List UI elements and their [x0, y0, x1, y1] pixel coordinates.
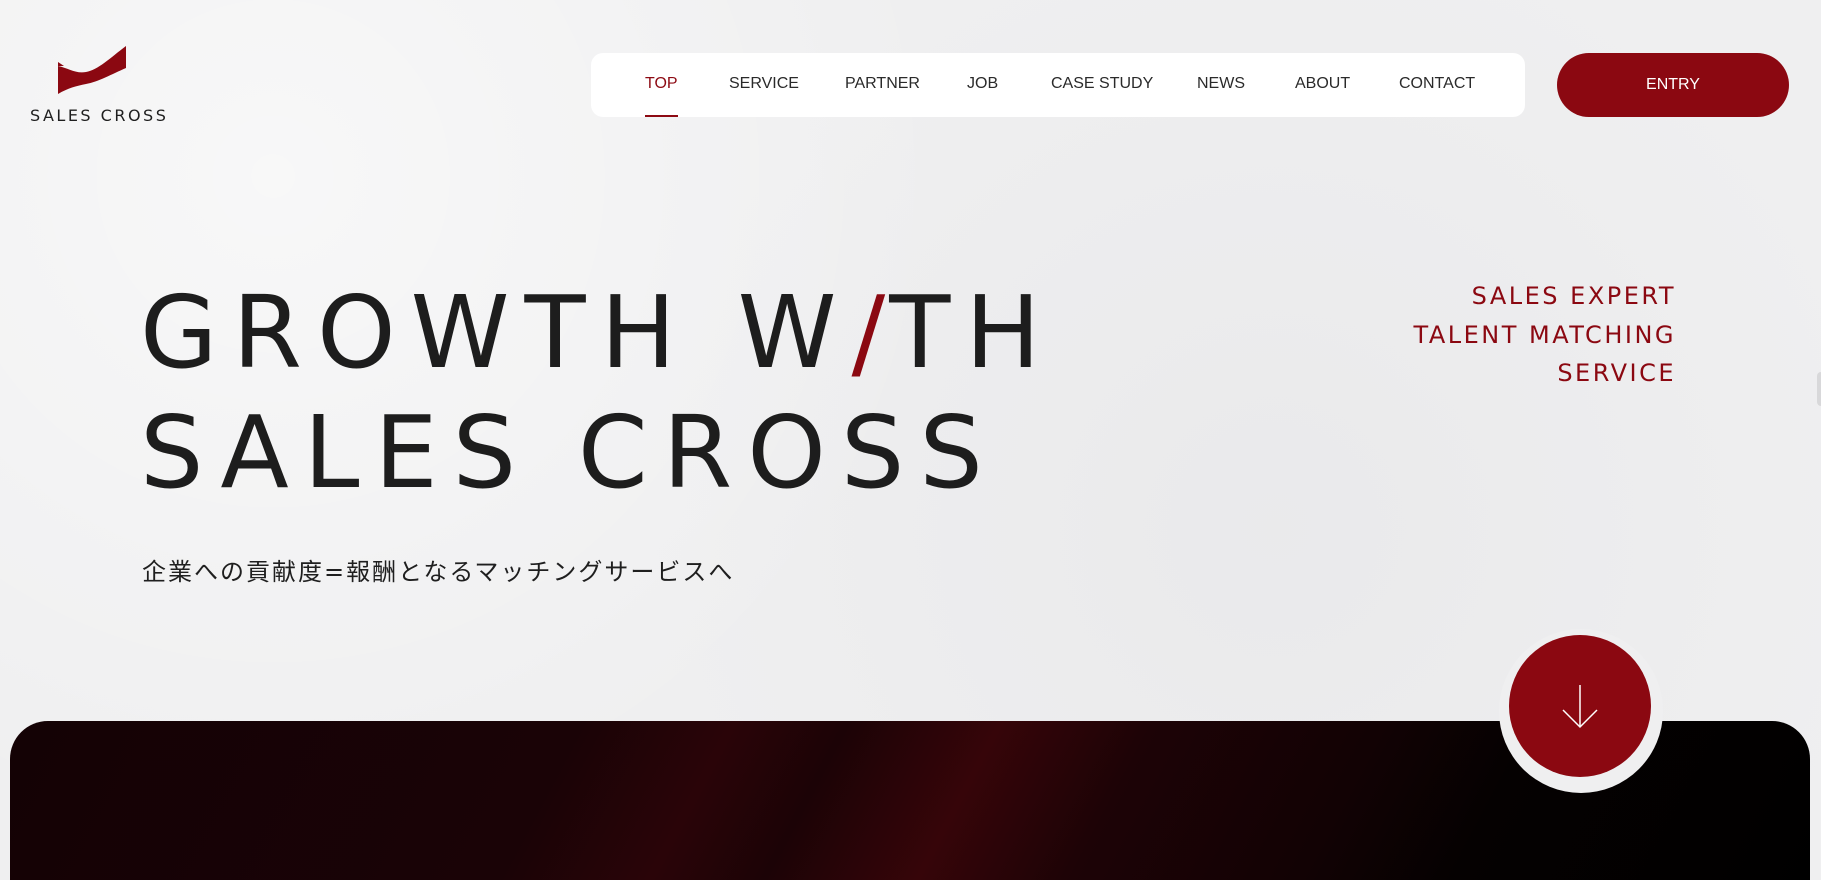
main-nav: TOP SERVICE PARTNER JOB CASE STUDY NEWS … [591, 53, 1525, 117]
entry-button[interactable]: ENTRY [1557, 53, 1789, 117]
hero-headline-slash: / [851, 274, 890, 391]
nav-item-service[interactable]: SERVICE [729, 53, 799, 117]
tagline-line-1: SALES EXPERT [1471, 282, 1676, 310]
logo[interactable]: SALES CROSS [30, 44, 169, 129]
hero-headline-part2: TH [889, 274, 1056, 391]
tagline-line-3: SERVICE [1557, 359, 1676, 387]
hero-tagline: SALES EXPERT TALENT MATCHING SERVICE [1414, 277, 1676, 393]
nav-item-job[interactable]: JOB [967, 53, 998, 117]
hero-headline-line2: SALES CROSS [140, 394, 998, 511]
flag-logo-icon [58, 46, 126, 94]
page: SALES CROSS TOP SERVICE PARTNER JOB CASE… [0, 0, 1821, 880]
nav-item-top[interactable]: TOP [645, 53, 678, 117]
nav-item-news[interactable]: NEWS [1197, 53, 1245, 117]
nav-item-case-study[interactable]: CASE STUDY [1051, 53, 1153, 117]
page-edge-marker [1817, 372, 1821, 406]
hero-headline-part1: GROWTH W [140, 274, 852, 391]
nav-item-about[interactable]: ABOUT [1295, 53, 1350, 117]
nav-item-contact[interactable]: CONTACT [1399, 53, 1475, 117]
hero-subtitle: 企業への貢献度=報酬となるマッチングサービスへ [142, 558, 735, 586]
tagline-line-2: TALENT MATCHING [1413, 320, 1676, 349]
scroll-down-button[interactable] [1509, 635, 1651, 777]
hero-headline-line1: GROWTH W/TH [140, 283, 1056, 383]
logo-text: SALES CROSS [30, 106, 169, 125]
arrow-down-icon [1562, 685, 1598, 729]
nav-item-partner[interactable]: PARTNER [845, 53, 920, 117]
